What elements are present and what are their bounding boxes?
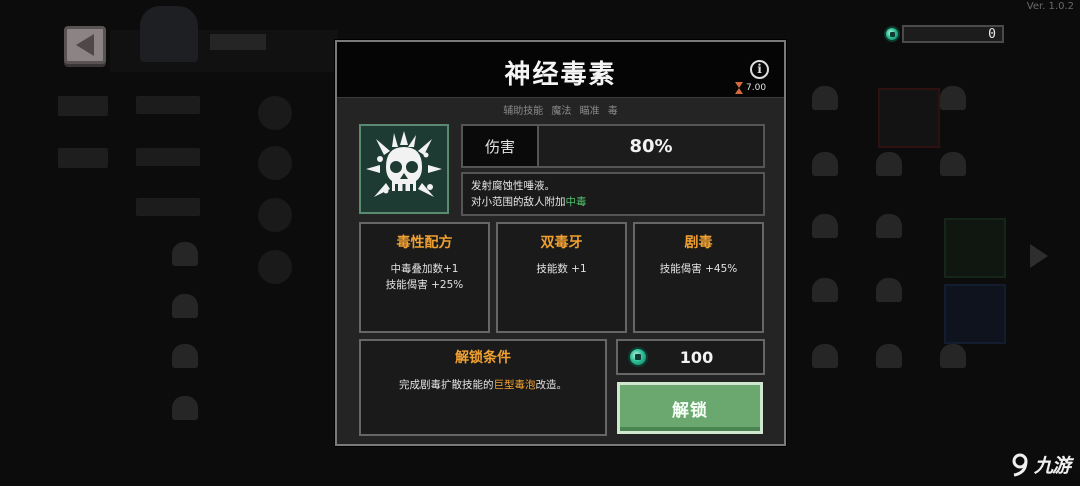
upgrade-effect: 技能偈害 +25% [385,279,464,291]
lock-icon [172,396,198,420]
upgrade-card-2[interactable]: 双毒牙 技能数 +1 [496,222,627,333]
skill-tags: 辅助技能 魔法 瞄准 毒 [503,106,618,117]
cost-value: 100 [679,347,714,367]
skill-description: 发射腐蚀性唾液。 对小范围的敌人附加中毒 [461,172,765,216]
lock-icon [812,86,838,110]
version-label: Ver. 1.0.2 [1026,1,1074,12]
unlock-condition-text: 完成剧毒扩散技能的巨型毒泡改造。 [361,377,605,392]
bg-sidebar-item [58,148,108,168]
skill-icon [359,124,449,214]
upgrade-card-1[interactable]: 毒性配方 中毒叠加数+1 技能偈害 +25% [359,222,490,333]
info-icon[interactable]: i [750,60,769,79]
watermark-logo: 九游 [1010,451,1071,478]
bg-skill-icon [258,250,292,284]
skill-name: 神经毒素 [504,60,617,90]
lock-icon [876,344,902,368]
lock-icon [172,344,198,368]
lock-icon [940,344,966,368]
damage-row: 伤害 80% [461,124,765,168]
upgrade-effect: 技能偈害 +45% [659,263,738,275]
bg-character-avatar [140,6,198,62]
cooldown-value: 7.00 [746,83,767,93]
unlock-condition-title: 解锁条件 [455,350,511,366]
lock-icon [876,214,902,238]
back-button[interactable] [64,26,106,64]
bg-skill-slot [878,88,940,148]
hourglass-icon [735,82,743,94]
bg-skill-icon [258,198,292,232]
lock-icon [812,214,838,238]
currency-bar: 0 [902,25,1004,43]
poison-keyword: 中毒 [565,196,587,208]
upgrade-effect: 中毒叠加数+1 [390,263,459,275]
bg-title-block [210,34,266,50]
bg-skill-icon [258,146,292,180]
currency-counter: 0 [884,24,1004,44]
description-line-2-text: 对小范围的敌人附加 [471,196,566,208]
description-line-1: 发射腐蚀性唾液。 [471,180,555,192]
lock-icon [876,152,902,176]
upgrade-effects: 中毒叠加数+1 技能偈害 +25% [361,261,488,293]
lock-icon [812,152,838,176]
damage-label: 伤害 [463,126,539,166]
bg-skill-slot [944,218,1006,278]
back-arrow-icon [76,34,94,56]
upgrade-title: 双毒牙 [540,235,583,251]
lock-icon [172,294,198,318]
unlock-button[interactable]: 解锁 [617,382,763,434]
description-line-2: 对小范围的敌人附加中毒 [471,194,755,210]
lock-icon [812,278,838,302]
lock-icon [940,86,966,110]
watermark-text: 九游 [1033,455,1071,477]
unlock-cost: 100 [616,339,765,375]
upgrade-title: 剧毒 [684,235,713,251]
lock-icon [812,344,838,368]
damage-value: 80% [629,135,673,157]
bg-list-item [136,198,200,216]
lock-icon [172,242,198,266]
cooldown: 7.00 [735,82,766,94]
lock-icon [940,152,966,176]
bg-list-item [136,148,200,166]
next-page-arrow-icon [1030,244,1048,268]
lock-icon [876,278,902,302]
gem-icon [884,26,900,42]
nine-game-logo-icon [1012,453,1028,476]
skill-detail-modal: 神经毒素 i 7.00 辅助技能 魔法 瞄准 毒 伤害 80% 发射腐蚀性唾液。… [335,40,786,446]
bg-skill-icon [258,96,292,130]
currency-amount: 0 [988,26,996,42]
upgrade-effects: 技能偈害 +45% [635,261,762,277]
modal-header: 神经毒素 i 7.00 [337,42,784,98]
bg-sidebar-item [58,96,108,116]
unlock-condition-box: 解锁条件 完成剧毒扩散技能的巨型毒泡改造。 [359,339,607,436]
unlock-condition-skill: 巨型毒泡 [493,379,536,391]
gem-icon [628,347,648,367]
upgrade-effect: 技能数 +1 [536,263,587,275]
upgrade-title: 毒性配方 [396,235,453,251]
bg-list-item [136,96,200,114]
upgrade-card-3[interactable]: 剧毒 技能偈害 +45% [633,222,764,333]
upgrade-effects: 技能数 +1 [498,261,625,277]
unlock-condition-prefix: 完成剧毒扩散技能的 [399,379,494,391]
unlock-condition-suffix: 改造。 [535,379,568,391]
poison-skull-icon [366,131,442,197]
bg-skill-slot [944,284,1006,344]
